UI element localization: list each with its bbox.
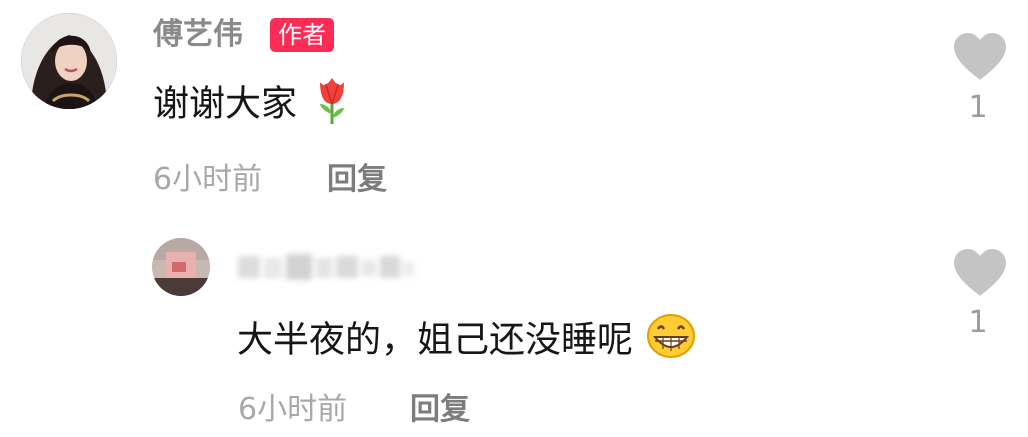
- comment-username[interactable]: 傅艺伟: [153, 17, 243, 53]
- heart-icon: [954, 249, 1006, 296]
- like-button[interactable]: [950, 32, 1010, 88]
- avatar-image: [152, 238, 210, 296]
- comment-item: 大半夜的，姐己还没睡呢 6小时前 回复 1: [0, 222, 1028, 437]
- reply-button[interactable]: 回复: [410, 392, 470, 428]
- avatar[interactable]: [21, 13, 117, 109]
- comment-item: 傅艺伟 作者 谢谢大家 6小时前 回复 1: [0, 0, 1028, 210]
- grinning-emoji: [646, 313, 696, 370]
- comment-text-content: 大半夜的，姐己还没睡呢: [237, 319, 634, 361]
- comment-text: 大半夜的，姐己还没睡呢: [237, 313, 696, 370]
- comment-username-blurred[interactable]: [236, 252, 416, 282]
- avatar-image: [21, 13, 117, 109]
- reply-button[interactable]: 回复: [327, 162, 387, 198]
- tulip-emoji: [314, 74, 350, 137]
- comment-thread: 傅艺伟 作者 谢谢大家 6小时前 回复 1 大半夜的，姐己还没睡呢 6小时前 回…: [0, 0, 1028, 437]
- heart-icon: [954, 33, 1006, 80]
- comment-text-content: 谢谢大家: [153, 83, 298, 125]
- like-count: 1: [968, 305, 988, 340]
- comment-time: 6小时前: [153, 162, 263, 197]
- author-badge: 作者: [270, 18, 334, 52]
- like-button[interactable]: [950, 248, 1010, 304]
- like-count: 1: [968, 90, 988, 125]
- avatar[interactable]: [152, 238, 210, 296]
- comment-time: 6小时前: [238, 392, 348, 427]
- comment-text: 谢谢大家: [153, 74, 350, 137]
